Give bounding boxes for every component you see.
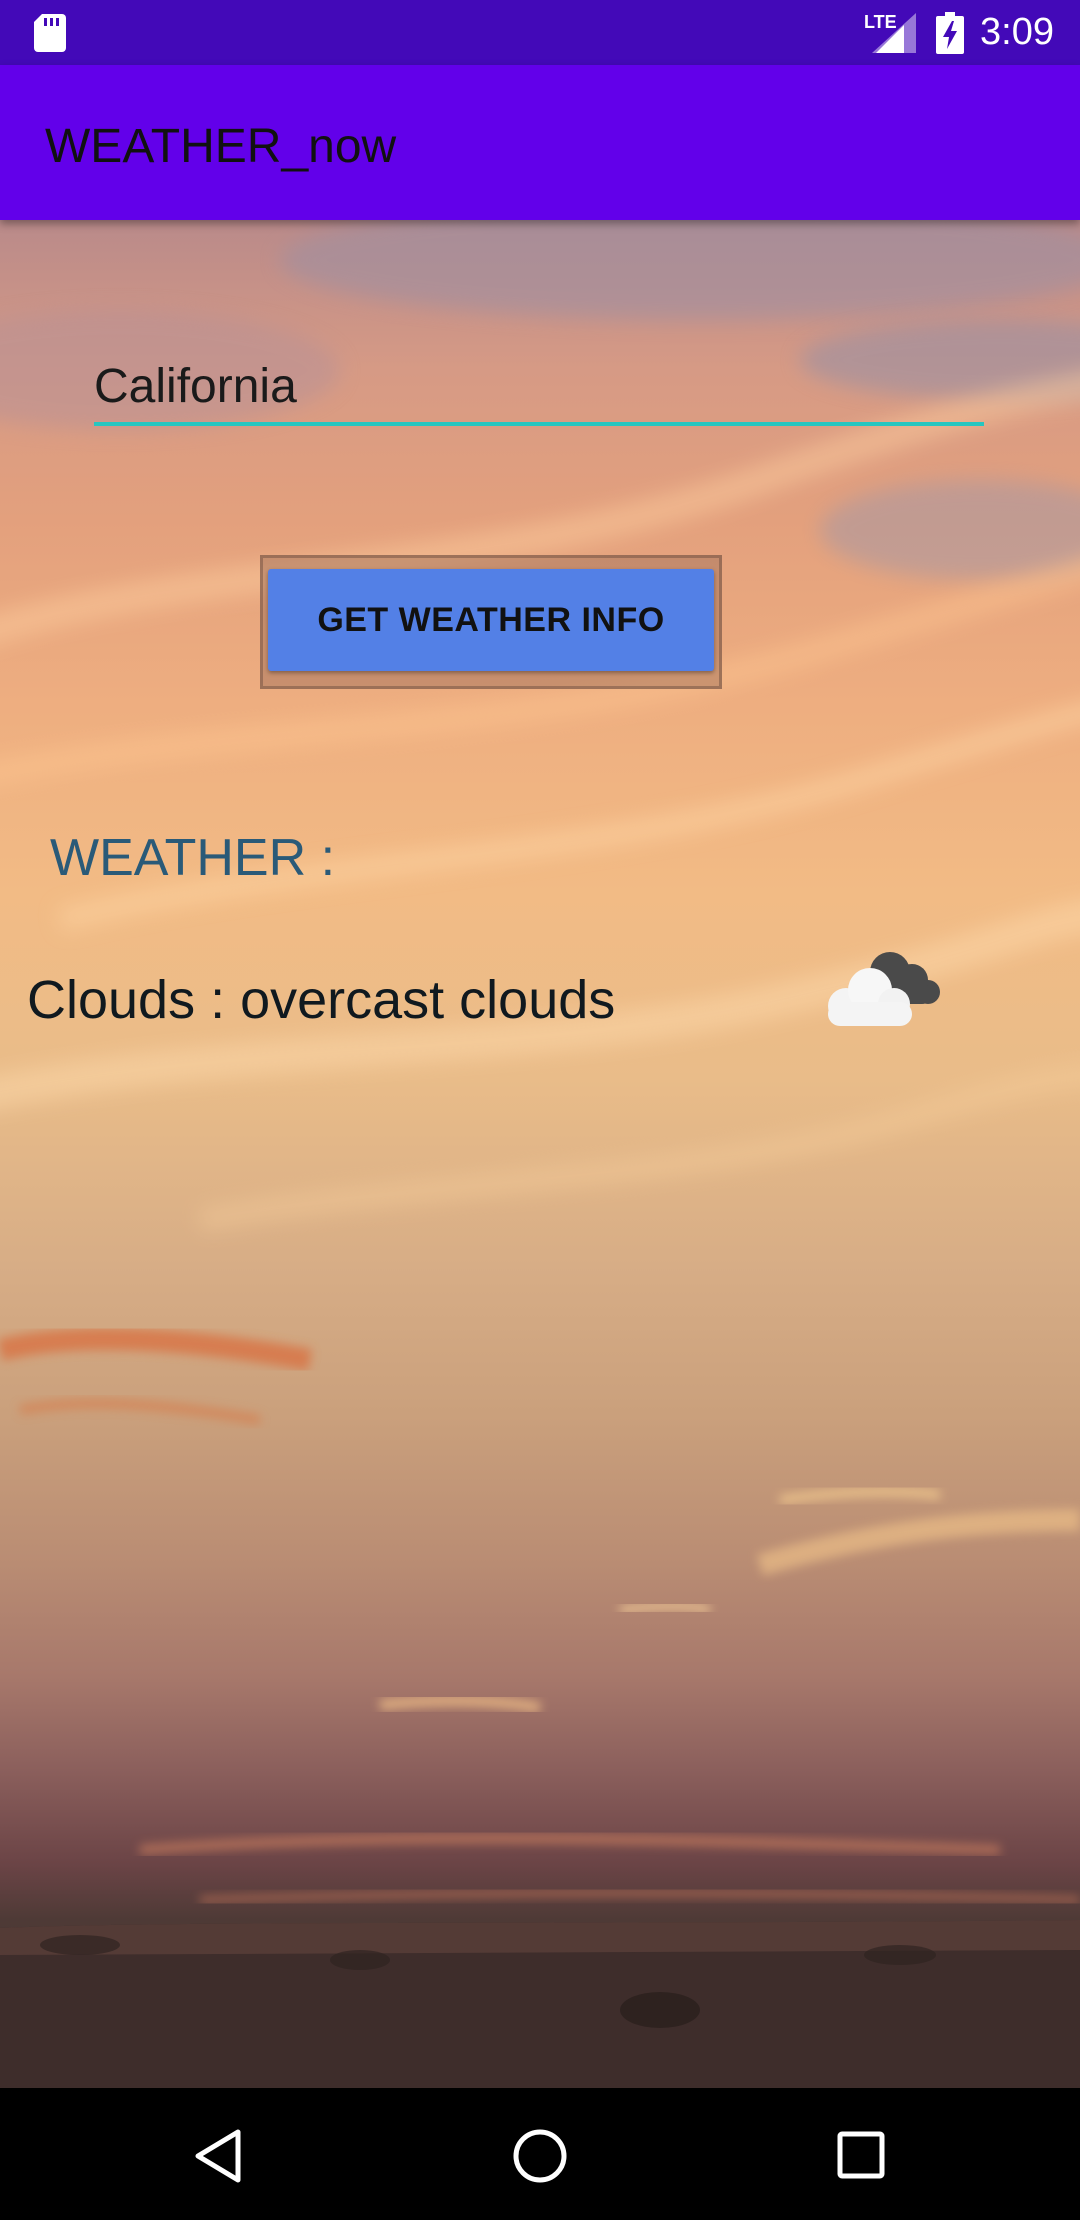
cloud-overcast-icon [828,952,940,1026]
app-title: WEATHER_now [45,120,397,173]
home-icon[interactable] [512,2128,568,2184]
app-bar: WEATHER_now [0,65,1080,220]
content-area: GET WEATHER INFO WEATHER : Clouds : over… [0,220,1080,2088]
back-icon[interactable] [192,2128,244,2184]
weather-result-text: Clouds : overcast clouds [27,970,616,1030]
navigation-bar [0,2088,1080,2220]
sunset-background-image [0,220,1080,2088]
recents-icon[interactable] [836,2130,886,2180]
status-clock: 3:09 [980,11,1054,53]
status-bar: LTE 3:09 [0,0,1080,65]
battery-charging-icon [936,12,964,54]
cell-signal-icon [872,13,916,53]
city-input[interactable] [94,350,984,426]
weather-label: WEATHER : [50,829,336,887]
get-weather-info-button[interactable]: GET WEATHER INFO [268,569,714,671]
screen: LTE 3:09 WEATHER_now California GET WEAT… [0,0,1080,2220]
sd-card-icon [34,14,66,52]
